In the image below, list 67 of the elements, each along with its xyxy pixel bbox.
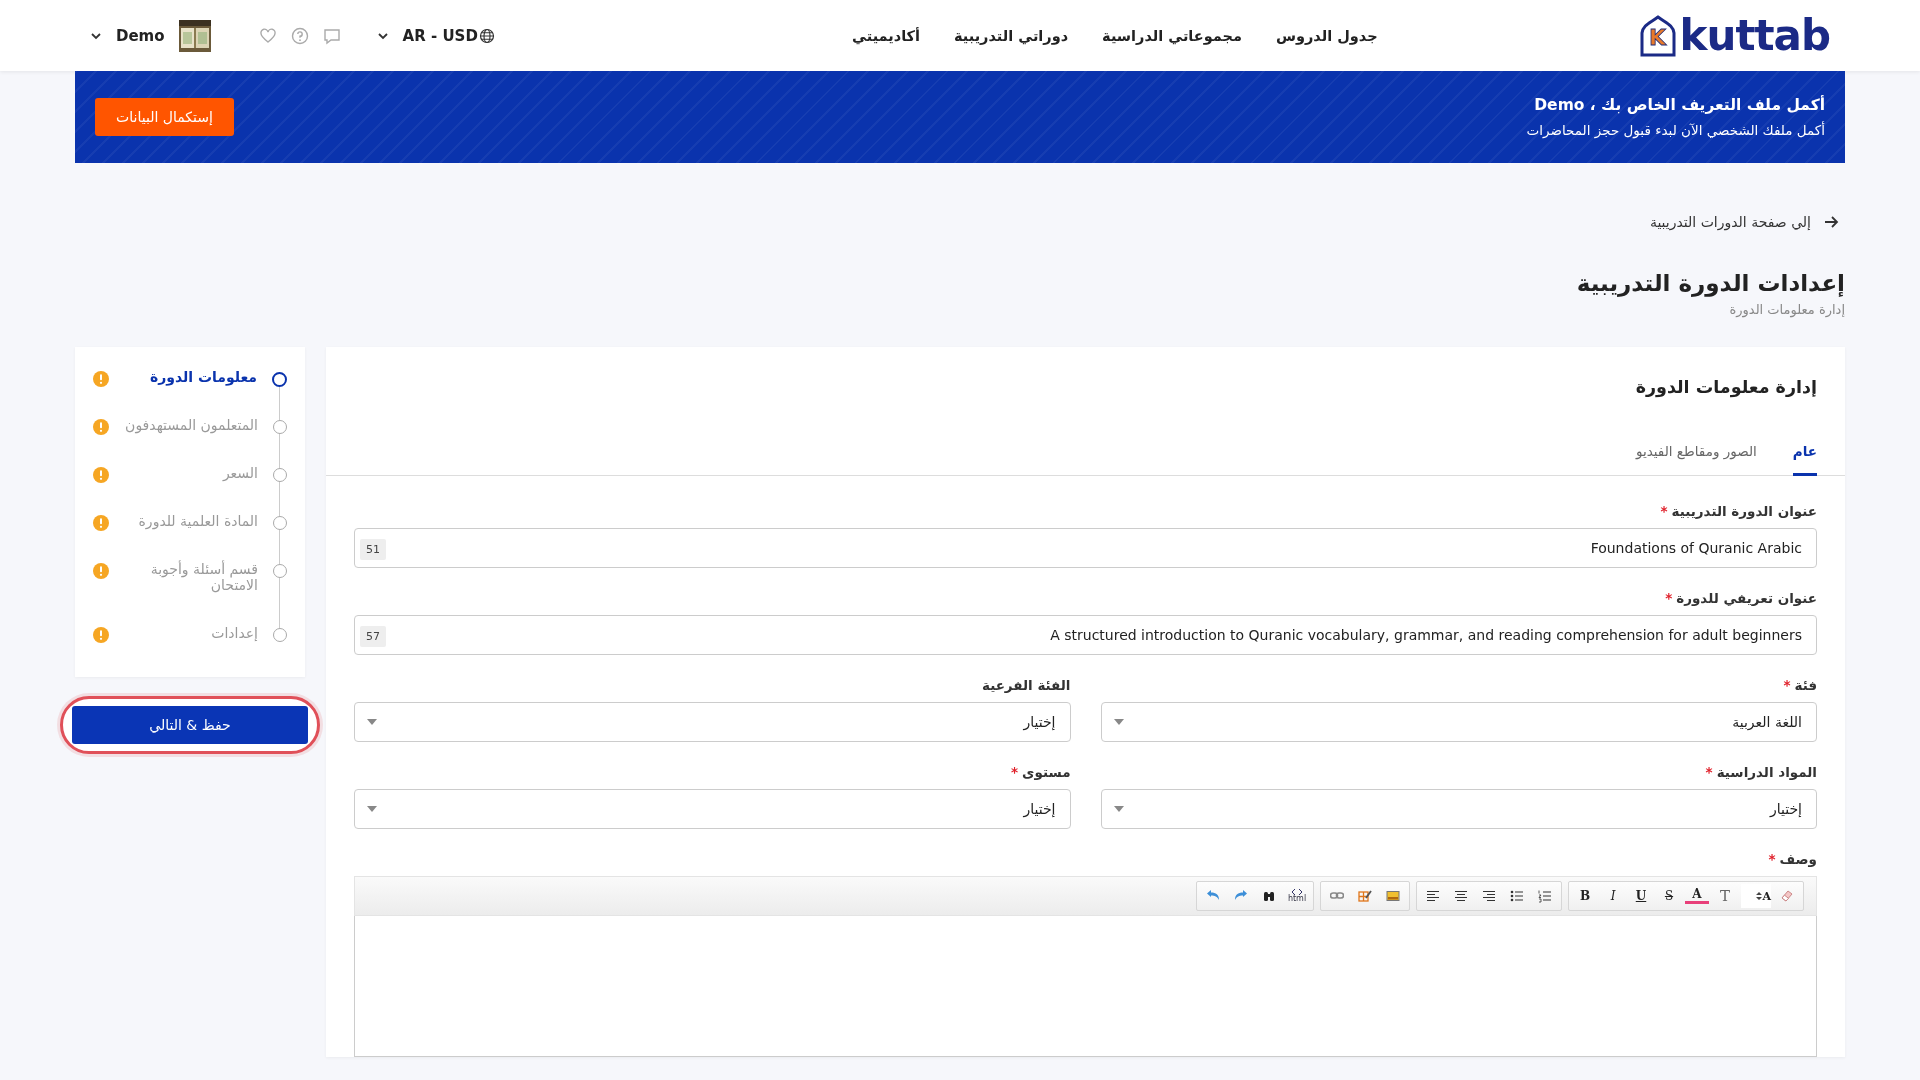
align-left-icon (1426, 889, 1440, 903)
html-button[interactable]: html (1285, 884, 1309, 908)
globe-icon (478, 27, 495, 44)
banner-text: أكمل ملفك الشخصي الآن لبدء قبول حجز المحاضرات (1526, 122, 1825, 138)
font-size-button[interactable]: A (1741, 884, 1771, 908)
eraser-icon (1780, 889, 1794, 903)
select-field[interactable]: إختيار (354, 702, 1071, 742)
arrow-right-icon (1823, 214, 1839, 230)
required-mark: * (1660, 503, 1668, 519)
select-field[interactable]: إختيار (1100, 789, 1817, 829)
color-button[interactable]: A (1685, 886, 1709, 904)
strike-button[interactable]: S (1657, 884, 1681, 908)
tab[interactable]: عام (1792, 443, 1817, 476)
required-mark: * (1783, 677, 1791, 693)
field-label: فئة (1794, 677, 1817, 693)
card-title: إدارة معلومات الدورة (1634, 376, 1818, 397)
required-mark: * (1705, 764, 1713, 780)
required-mark: * (1011, 764, 1019, 780)
caret-down-icon (1113, 719, 1124, 725)
required-mark: * (1665, 590, 1673, 606)
nav-link[interactable]: مجموعاتي الدراسية (1102, 27, 1242, 44)
required-mark: * (1768, 851, 1776, 867)
format-button[interactable]: T (1713, 884, 1737, 908)
tab[interactable]: الصور ومقاطع الفيديو (1635, 443, 1757, 476)
select-field[interactable]: إختيار (354, 789, 1071, 829)
logo[interactable]: K kuttab (1637, 14, 1830, 57)
select-field[interactable]: اللغة العربية (1100, 702, 1817, 742)
nav-link[interactable]: دوراتي التدريبية (954, 27, 1069, 44)
caret-down-icon (1113, 806, 1124, 812)
bullets-icon (1510, 889, 1524, 903)
code-brackets-icon (1291, 889, 1303, 895)
field-label: وصف (1779, 851, 1817, 867)
char-counter: 57 (360, 626, 386, 647)
image-icon (1386, 889, 1400, 903)
field-label: المواد الدراسية (1716, 764, 1817, 780)
stepper-icon (1756, 892, 1763, 900)
nav-link[interactable]: أكاديميتي (852, 27, 921, 44)
caret-down-icon (367, 719, 377, 725)
find-icon (1262, 889, 1276, 903)
numbers-icon (1538, 889, 1552, 903)
page-subtitle: إدارة معلومات الدورة (1728, 302, 1845, 317)
locale-selector[interactable]: AR - USD (402, 26, 478, 45)
user-name[interactable]: Demo (116, 26, 165, 45)
bold-button[interactable]: B (1573, 884, 1597, 908)
logo-mark: K (1648, 25, 1668, 50)
back-link[interactable]: إلي صفحة الدورات التدريبية (1649, 214, 1839, 230)
align-right-icon (1482, 889, 1496, 903)
field-label: عنوان الدورة التدريبية (1671, 503, 1817, 519)
save-next-button[interactable]: حفظ & التالي (72, 706, 308, 744)
field-label: الفئة الفرعية (981, 677, 1071, 693)
heart-icon[interactable] (258, 26, 277, 45)
align-center-icon (1454, 889, 1468, 903)
chat-icon[interactable] (322, 26, 341, 45)
field-label: مستوى (1022, 764, 1071, 780)
step-circle[interactable] (272, 372, 287, 387)
nav-link[interactable]: جدول الدروس (1275, 27, 1378, 44)
underline-button[interactable]: U (1629, 884, 1653, 908)
banner-title: أكمل ملف التعريف الخاص بك ، Demo (1533, 96, 1825, 114)
page-title: إعدادات الدورة التدريبية (1575, 270, 1845, 296)
table-icon (1358, 889, 1372, 903)
caret-down-icon (367, 806, 377, 812)
field-label: عنوان تعريفي للدورة (1676, 590, 1817, 606)
italic-button[interactable]: I (1601, 884, 1625, 908)
char-counter: 51 (360, 539, 386, 560)
step-label[interactable]: معلومات الدورة (121, 369, 257, 386)
logo-text: kuttab (1679, 14, 1830, 57)
help-icon[interactable] (290, 26, 309, 45)
